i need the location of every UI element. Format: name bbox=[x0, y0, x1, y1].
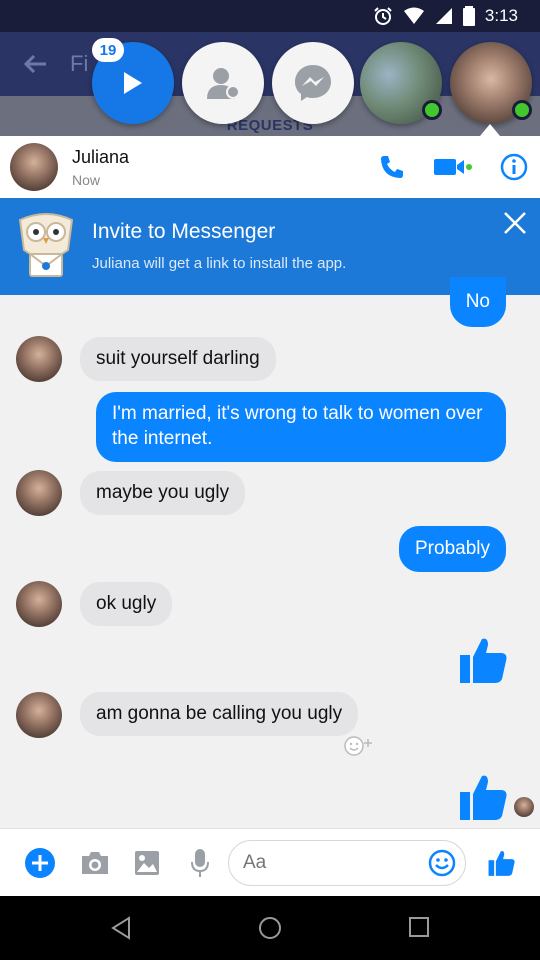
header-actions bbox=[378, 136, 528, 198]
sender-avatar[interactable] bbox=[16, 581, 62, 627]
message-text: No bbox=[465, 291, 490, 312]
message-text: Probably bbox=[415, 538, 490, 559]
wifi-icon bbox=[403, 7, 424, 24]
invite-title: Invite to Messenger bbox=[92, 220, 276, 243]
active-head-pointer bbox=[480, 124, 500, 136]
contact-name: Juliana bbox=[72, 146, 130, 167]
close-icon[interactable] bbox=[502, 210, 528, 236]
message-text: maybe you ugly bbox=[96, 482, 230, 503]
signal-icon bbox=[435, 8, 452, 24]
back-triangle-icon[interactable] bbox=[110, 916, 132, 940]
message-bubble-incoming[interactable]: am gonna be calling you ugly bbox=[80, 692, 359, 736]
message-bubble-outgoing[interactable]: I'm married, it's wrong to talk to women… bbox=[96, 392, 506, 462]
chat-heads-row: 19 bbox=[0, 38, 540, 126]
system-navigation-bar bbox=[0, 896, 540, 960]
info-icon[interactable] bbox=[500, 153, 528, 181]
battery-icon bbox=[462, 6, 475, 26]
video-call-icon[interactable] bbox=[434, 156, 472, 178]
messenger-icon bbox=[295, 65, 331, 101]
chat-head-contacts[interactable] bbox=[182, 42, 264, 124]
plus-circle-icon bbox=[25, 848, 55, 878]
composer-bar bbox=[0, 828, 540, 896]
message-bubble-incoming[interactable]: ok ugly bbox=[80, 582, 173, 626]
conversation-header: Juliana Now bbox=[0, 136, 540, 198]
sender-avatar[interactable] bbox=[16, 470, 62, 516]
home-circle-icon[interactable] bbox=[258, 916, 282, 940]
online-indicator bbox=[422, 100, 442, 120]
more-actions-button[interactable] bbox=[24, 829, 56, 897]
recents-square-icon[interactable] bbox=[408, 916, 430, 938]
contact-info[interactable]: Juliana Now bbox=[72, 147, 129, 188]
unread-badge: 19 bbox=[92, 38, 124, 62]
status-bar: 3:13 bbox=[0, 0, 540, 32]
message-text: ok ugly bbox=[96, 593, 157, 614]
camera-icon bbox=[82, 852, 108, 874]
chat-head-play[interactable]: 19 bbox=[92, 38, 174, 124]
image-icon bbox=[135, 851, 159, 875]
chat-head-juliana[interactable] bbox=[450, 42, 532, 124]
emoji-icon bbox=[428, 849, 456, 877]
message-bubble-outgoing[interactable]: Probably bbox=[399, 526, 506, 572]
alarm-icon bbox=[374, 7, 392, 25]
contact-avatar[interactable] bbox=[10, 143, 58, 191]
seen-receipt-avatar bbox=[514, 797, 534, 817]
message-bubble-outgoing[interactable]: No bbox=[449, 277, 506, 327]
gallery-button[interactable] bbox=[134, 829, 160, 897]
clock-time: 3:13 bbox=[484, 6, 518, 25]
messenger-screen: 3:13 Fi REQUESTS 19 Juliana Now Invite t… bbox=[0, 0, 540, 960]
message-text: I'm married, it's wrong to talk to women… bbox=[112, 403, 483, 449]
add-reaction-icon[interactable] bbox=[342, 735, 378, 757]
microphone-icon bbox=[191, 849, 209, 877]
message-list[interactable]: No suit yourself darling I'm married, it… bbox=[0, 277, 540, 828]
person-icon bbox=[207, 68, 240, 99]
chat-head-messenger[interactable] bbox=[272, 42, 354, 124]
online-indicator bbox=[512, 100, 532, 120]
message-text: am gonna be calling you ugly bbox=[96, 703, 343, 724]
camera-button[interactable] bbox=[80, 829, 110, 897]
invite-subtitle: Juliana will get a link to install the a… bbox=[92, 255, 347, 272]
play-icon bbox=[124, 72, 142, 94]
message-bubble-incoming[interactable]: suit yourself darling bbox=[80, 337, 276, 381]
owl-mascot-icon bbox=[18, 213, 74, 277]
message-text: suit yourself darling bbox=[96, 348, 260, 369]
emoji-button[interactable] bbox=[428, 829, 456, 897]
thumbs-up-icon bbox=[488, 851, 515, 876]
contact-status: Now bbox=[72, 171, 101, 188]
thumbs-up-icon[interactable] bbox=[460, 635, 508, 685]
chat-head-contact-photo-1[interactable] bbox=[360, 42, 442, 124]
message-bubble-incoming[interactable]: maybe you ugly bbox=[80, 471, 246, 515]
phone-icon[interactable] bbox=[378, 153, 406, 181]
sender-avatar[interactable] bbox=[16, 692, 62, 738]
sender-avatar[interactable] bbox=[16, 336, 62, 382]
send-like-button[interactable] bbox=[488, 829, 516, 897]
voice-button[interactable] bbox=[190, 829, 210, 897]
thumbs-up-icon[interactable] bbox=[460, 772, 508, 822]
